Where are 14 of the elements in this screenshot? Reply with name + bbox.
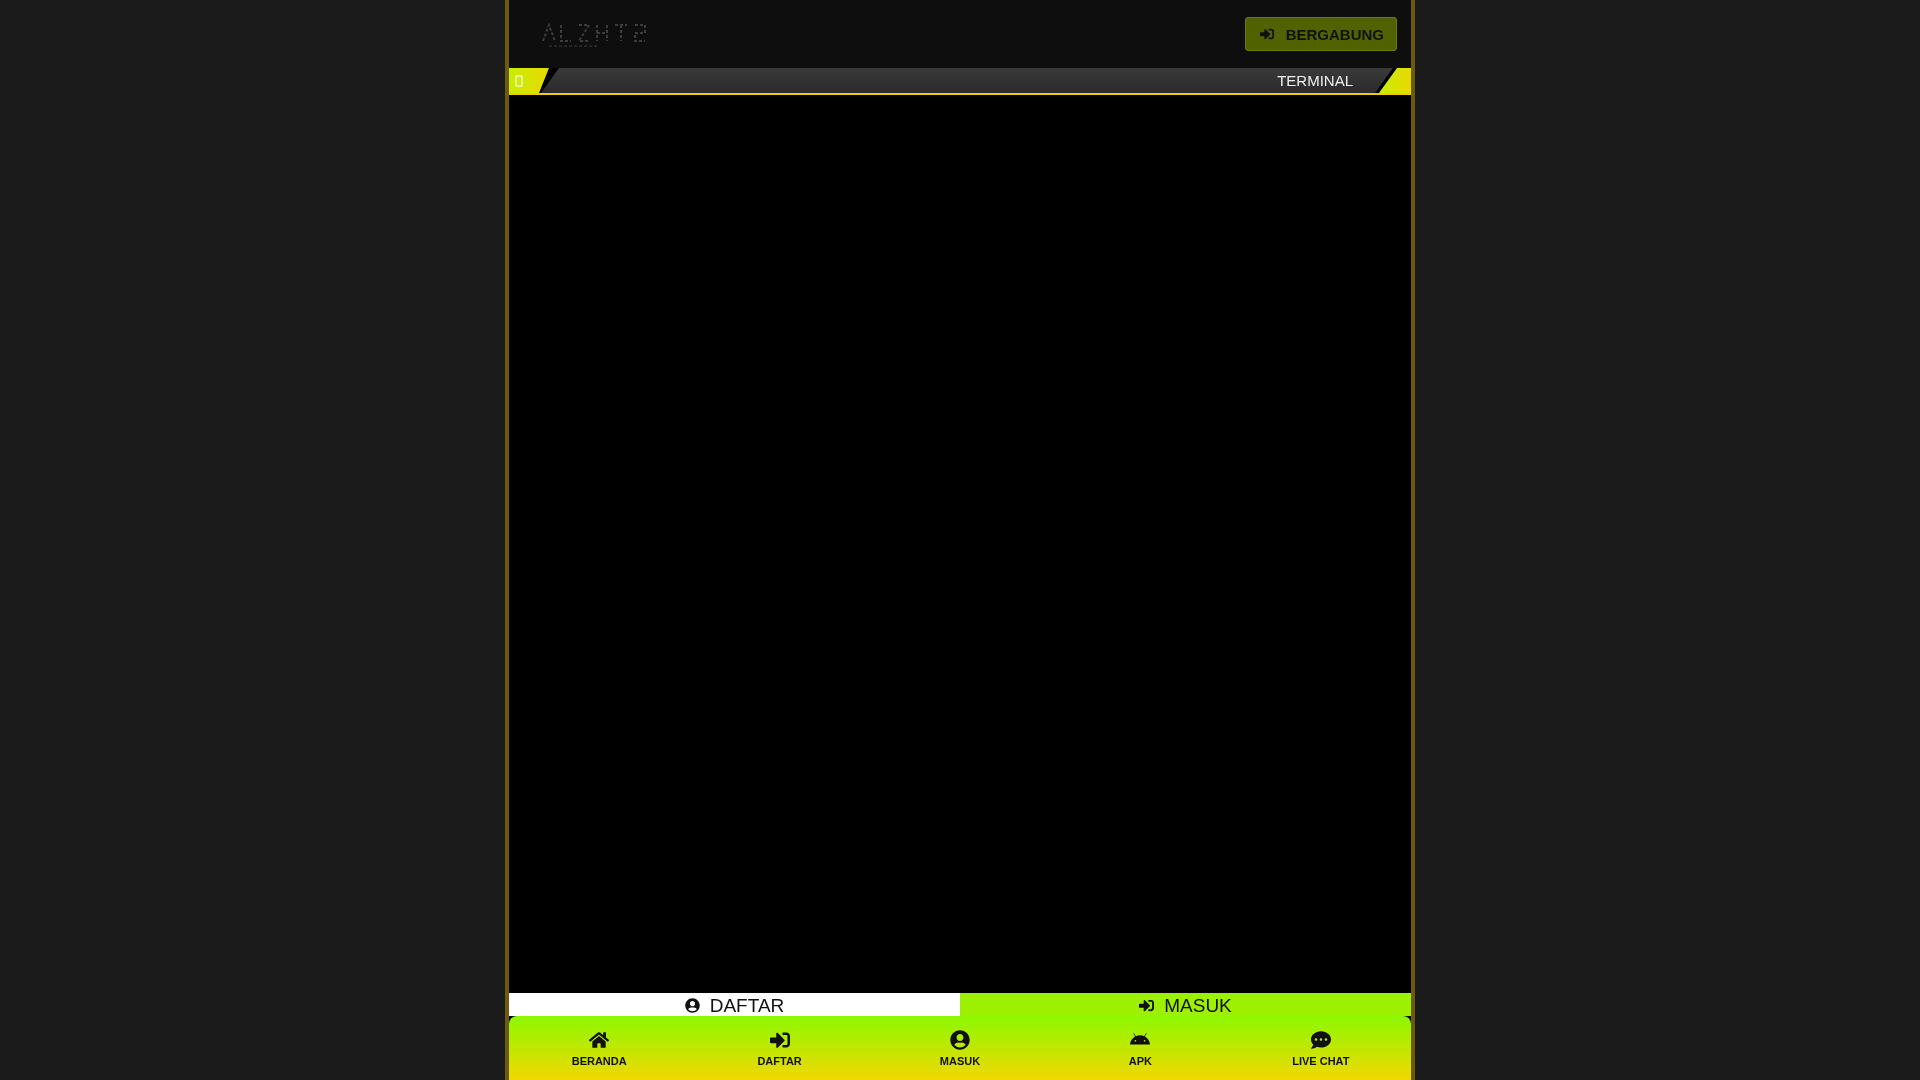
marquee-text: TERMINAL <box>1277 72 1353 89</box>
home-icon <box>589 1029 610 1050</box>
nav-item[interactable]: APK <box>1050 1016 1231 1080</box>
nav-item[interactable]: LIVE CHAT <box>1230 1016 1412 1080</box>
register-button[interactable]: DAFTAR <box>509 993 960 1016</box>
chat-icon <box>1310 1029 1331 1050</box>
sign-in-icon <box>1139 998 1155 1013</box>
nav-item[interactable]: BERANDA <box>509 1016 690 1080</box>
sign-in-icon <box>1259 27 1274 41</box>
user-icon <box>950 1029 970 1050</box>
user-icon <box>684 998 700 1013</box>
login-button[interactable]: MASUK <box>960 993 1411 1016</box>
nav-item[interactable]: DAFTAR <box>689 1016 870 1080</box>
nav-item[interactable]: MASUK <box>869 1016 1051 1080</box>
